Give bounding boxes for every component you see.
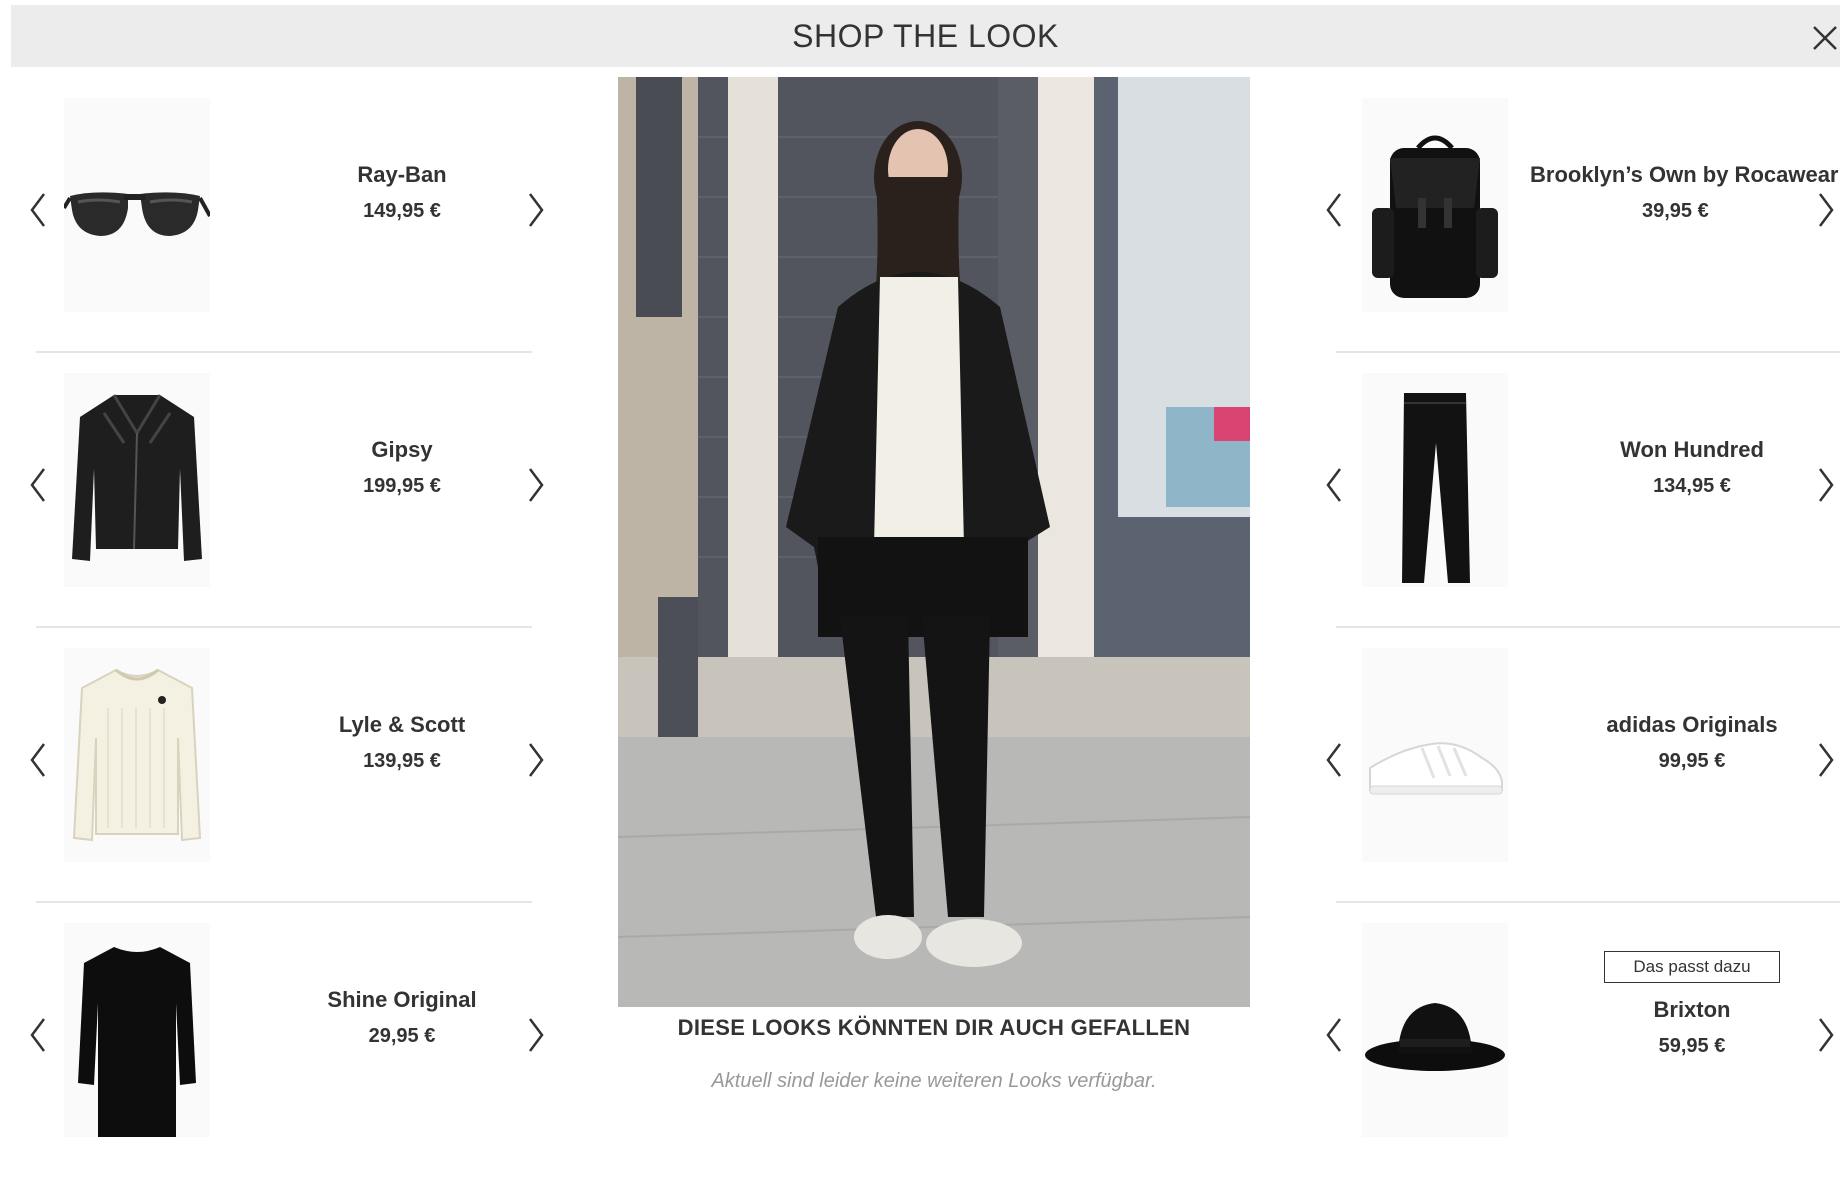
next-product-button[interactable] [522, 463, 550, 507]
long-shirt-icon [78, 947, 196, 1137]
chevron-right-icon [1819, 743, 1834, 777]
product-row: Ray-Ban 149,95 € [20, 78, 550, 353]
more-looks-empty-message: Aktuell sind leider keine weiteren Looks… [711, 1070, 1157, 1092]
next-product-button[interactable] [1812, 463, 1840, 507]
chevron-right-icon [1819, 193, 1834, 227]
chevron-right-icon [529, 1018, 544, 1052]
next-product-button[interactable] [1812, 738, 1840, 782]
product-brand: Lyle & Scott [338, 712, 466, 737]
product-brand: adidas Originals [1606, 712, 1778, 737]
match-tag: Das passt dazu [1604, 951, 1780, 983]
chevron-left-icon [1326, 743, 1341, 777]
sunglasses-icon [64, 192, 210, 236]
chevron-left-icon [1326, 1018, 1341, 1052]
chevron-right-icon [1819, 468, 1834, 502]
chevron-left-icon [30, 1018, 45, 1052]
product-image[interactable] [64, 923, 210, 1137]
backpack-icon [1372, 135, 1498, 298]
modal-title: SHOP THE LOOK [792, 17, 1059, 54]
prev-product-button[interactable] [1320, 463, 1348, 507]
product-price: 99,95 € [1658, 750, 1726, 772]
model-photo [618, 77, 1250, 1007]
product-brand: Gipsy [371, 437, 433, 462]
product-info[interactable]: Gipsy 199,95 € [272, 437, 532, 498]
chevron-right-icon [529, 468, 544, 502]
chevron-left-icon [30, 193, 45, 227]
leather-jacket-icon [72, 394, 202, 561]
product-image[interactable] [1362, 373, 1508, 587]
product-info[interactable]: Ray-Ban 149,95 € [272, 162, 532, 223]
prev-product-button[interactable] [24, 738, 52, 782]
product-row: Gipsy 199,95 € [20, 353, 550, 628]
close-button[interactable] [1810, 23, 1840, 53]
product-image[interactable] [1362, 648, 1508, 862]
product-info[interactable]: Won Hundred 134,95 € [1562, 437, 1822, 498]
jeans-icon [1402, 393, 1470, 583]
product-row: Shine Original 29,95 € [20, 903, 550, 1178]
product-price: 29,95 € [368, 1025, 436, 1047]
prev-product-button[interactable] [1320, 738, 1348, 782]
product-brand: Shine Original [327, 987, 477, 1012]
next-product-button[interactable] [522, 738, 550, 782]
product-image[interactable] [1362, 923, 1508, 1137]
next-product-button[interactable] [522, 1013, 550, 1057]
product-brand: Ray-Ban [357, 162, 447, 187]
match-tag-wrap: Das passt dazu [1562, 951, 1822, 997]
sneaker-icon [1369, 742, 1503, 795]
product-image[interactable] [64, 648, 210, 862]
product-row: adidas Originals 99,95 € [1320, 628, 1840, 903]
prev-product-button[interactable] [24, 1013, 52, 1057]
shop-the-look-header: SHOP THE LOOK [11, 5, 1840, 67]
product-brand: Won Hundred [1620, 437, 1764, 462]
prev-product-button[interactable] [24, 463, 52, 507]
product-row: Won Hundred 134,95 € [1320, 353, 1840, 628]
chevron-right-icon [529, 743, 544, 777]
product-price: 149,95 € [363, 200, 441, 222]
chevron-left-icon [30, 743, 45, 777]
product-info[interactable]: Brooklyn’s Own by Rocawear 39,95 € [1530, 162, 1840, 223]
next-product-button[interactable] [1812, 188, 1840, 232]
chevron-right-icon [529, 193, 544, 227]
product-price: 199,95 € [363, 475, 441, 497]
product-image[interactable] [64, 373, 210, 587]
product-brand: Brixton [1653, 997, 1731, 1022]
product-image[interactable] [1362, 98, 1508, 312]
chevron-left-icon [1326, 468, 1341, 502]
product-brand: Brooklyn’s Own by Rocawear [1530, 162, 1839, 187]
next-product-button[interactable] [1812, 1013, 1840, 1057]
prev-product-button[interactable] [24, 188, 52, 232]
chevron-right-icon [1819, 1018, 1834, 1052]
product-info[interactable]: Das passt dazu Brixton 59,95 € [1562, 951, 1822, 1058]
product-price: 139,95 € [363, 750, 441, 772]
chevron-left-icon [1326, 193, 1341, 227]
look-photo[interactable] [618, 77, 1250, 1007]
chevron-left-icon [30, 468, 45, 502]
product-info[interactable]: Lyle & Scott 139,95 € [272, 712, 532, 773]
product-row: Das passt dazu Brixton 59,95 € [1320, 903, 1840, 1178]
prev-product-button[interactable] [1320, 188, 1348, 232]
product-price: 39,95 € [1642, 200, 1709, 222]
close-icon [1813, 26, 1837, 50]
product-price: 59,95 € [1658, 1035, 1726, 1057]
product-info[interactable]: Shine Original 29,95 € [272, 987, 532, 1048]
product-price: 134,95 € [1653, 475, 1731, 497]
next-product-button[interactable] [522, 188, 550, 232]
hat-icon [1365, 1003, 1505, 1071]
product-info[interactable]: adidas Originals 99,95 € [1562, 712, 1822, 773]
more-looks-heading: DIESE LOOKS KÖNNTEN DIR AUCH GEFALLEN [677, 1015, 1191, 1040]
prev-product-button[interactable] [1320, 1013, 1348, 1057]
sweater-icon [72, 668, 202, 842]
product-image[interactable] [64, 98, 210, 312]
product-row: Lyle & Scott 139,95 € [20, 628, 550, 903]
product-row: Brooklyn’s Own by Rocawear 39,95 € [1320, 78, 1840, 353]
